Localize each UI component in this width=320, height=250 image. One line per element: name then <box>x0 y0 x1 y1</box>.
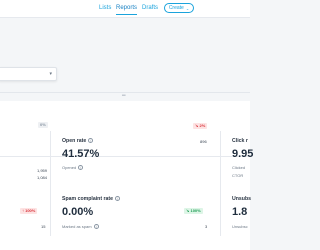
report-selector-dropdown[interactable]: ▾ <box>0 67 57 81</box>
open-rate-change-badge: ↘ 2% <box>193 123 208 129</box>
spam-rate-label: Spam complaint rate i <box>62 196 121 202</box>
caret-down-icon: ▾ <box>49 71 52 77</box>
click-rate-value: 9.95 <box>232 148 254 160</box>
marked-as-spam-label-text: Marked as spam <box>62 224 92 229</box>
report-header: ▾ <box>0 19 250 91</box>
chevron-down-icon: ⌄ <box>185 5 190 11</box>
nav-lists[interactable]: Lists <box>99 5 111 11</box>
opened-value: 896 <box>200 139 207 144</box>
open-rate-label: Open rate i <box>62 138 94 144</box>
marked-as-spam-label: Marked as spam i <box>62 224 99 230</box>
info-icon[interactable]: i <box>93 224 99 230</box>
stat-value: 1,959 <box>37 168 48 173</box>
stat-value: 1,084 <box>37 175 48 180</box>
spam-rate-change-badge: ↘ 100% <box>184 208 203 214</box>
click-rate-label: Click r <box>232 138 248 144</box>
opened-label-text: Opened <box>62 165 77 170</box>
stats-panel: 0% 1,959 1,084 ↑ 100% 15 Open rate i 41.5… <box>0 101 254 250</box>
top-nav: Lists Reports Drafts Create ⌄ <box>0 0 250 18</box>
column-divider <box>220 131 221 236</box>
spam-count-value: 3 <box>205 224 208 229</box>
drag-handle-icon[interactable]: ═ <box>122 93 126 99</box>
spam-rate-value: 0.00% <box>62 206 94 218</box>
column-divider <box>50 131 51 236</box>
unsubscribe-rate-value: 1.8 <box>232 206 248 218</box>
stat-value: 15 <box>41 224 46 229</box>
info-icon[interactable]: i <box>78 165 84 171</box>
change-badge: ↑ 100% <box>20 208 38 214</box>
unsubscribe-rate-label: Unsubs <box>232 196 252 202</box>
spam-rate-label-text: Spam complaint rate <box>62 196 114 202</box>
info-icon[interactable]: i <box>88 138 94 144</box>
open-rate-value: 41.57% <box>62 148 100 160</box>
row-divider <box>0 156 250 157</box>
change-badge: 0% <box>38 122 48 128</box>
info-icon[interactable]: i <box>115 196 121 202</box>
clicked-label: Clicked <box>232 165 246 170</box>
unsubscribed-label: Unsubsc <box>232 224 248 229</box>
open-rate-label-text: Open rate <box>62 138 87 144</box>
create-button[interactable]: Create ⌄ <box>164 3 194 13</box>
nav-reports[interactable]: Reports <box>116 5 138 15</box>
opened-label: Opened i <box>62 165 84 171</box>
create-button-label: Create <box>168 5 184 11</box>
nav-drafts[interactable]: Drafts <box>142 5 158 11</box>
ctor-label: CTOR <box>232 173 244 178</box>
